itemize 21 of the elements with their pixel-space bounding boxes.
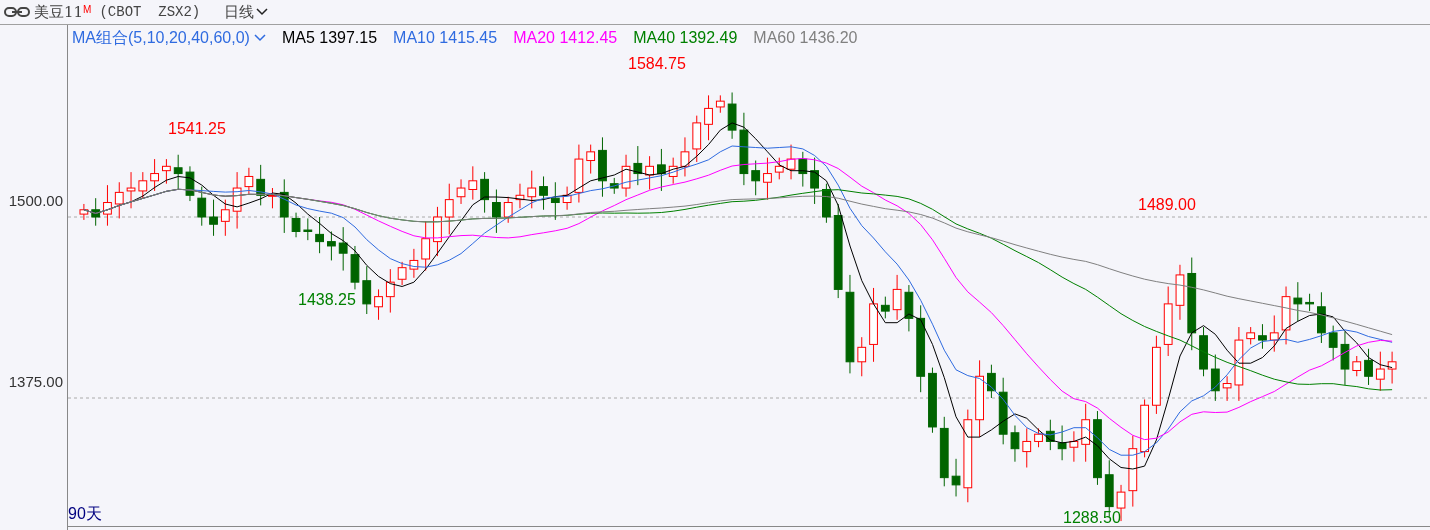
day-count-label: 90天 [68, 504, 102, 524]
ma-legend-value: MA40 1392.49 [633, 27, 738, 48]
ma-legend-value: MA5 1397.15 [281, 27, 378, 48]
price-axis-label: 1500.00 [8, 191, 63, 211]
price-annotation: 1288.50 [1063, 508, 1121, 528]
ma-legend-value: MA20 1412.45 [513, 27, 618, 48]
contract-superscript-label: M [83, 3, 92, 15]
ma-selector-dropdown[interactable]: MA组合(5,10,20,40,60,0) [72, 25, 266, 50]
price-annotation: 1438.25 [298, 290, 356, 310]
link-icon[interactable] [4, 7, 30, 17]
chevron-down-icon [256, 8, 269, 16]
price-annotation: 1584.75 [628, 54, 686, 74]
symbol-name: 美豆11 [34, 1, 84, 23]
chevron-down-icon [253, 33, 266, 42]
ma-legend-value: MA60 1436.20 [753, 27, 858, 48]
price-annotation: 1541.25 [168, 119, 226, 139]
ma-legend-value: MA10 1415.45 [393, 27, 498, 48]
price-annotation: 1489.00 [1138, 195, 1196, 215]
price-axis-label: 1375.00 [8, 372, 63, 392]
period-dropdown[interactable]: 日线 [224, 0, 269, 24]
contract-code: (CBOT ZSX2) [99, 2, 201, 22]
